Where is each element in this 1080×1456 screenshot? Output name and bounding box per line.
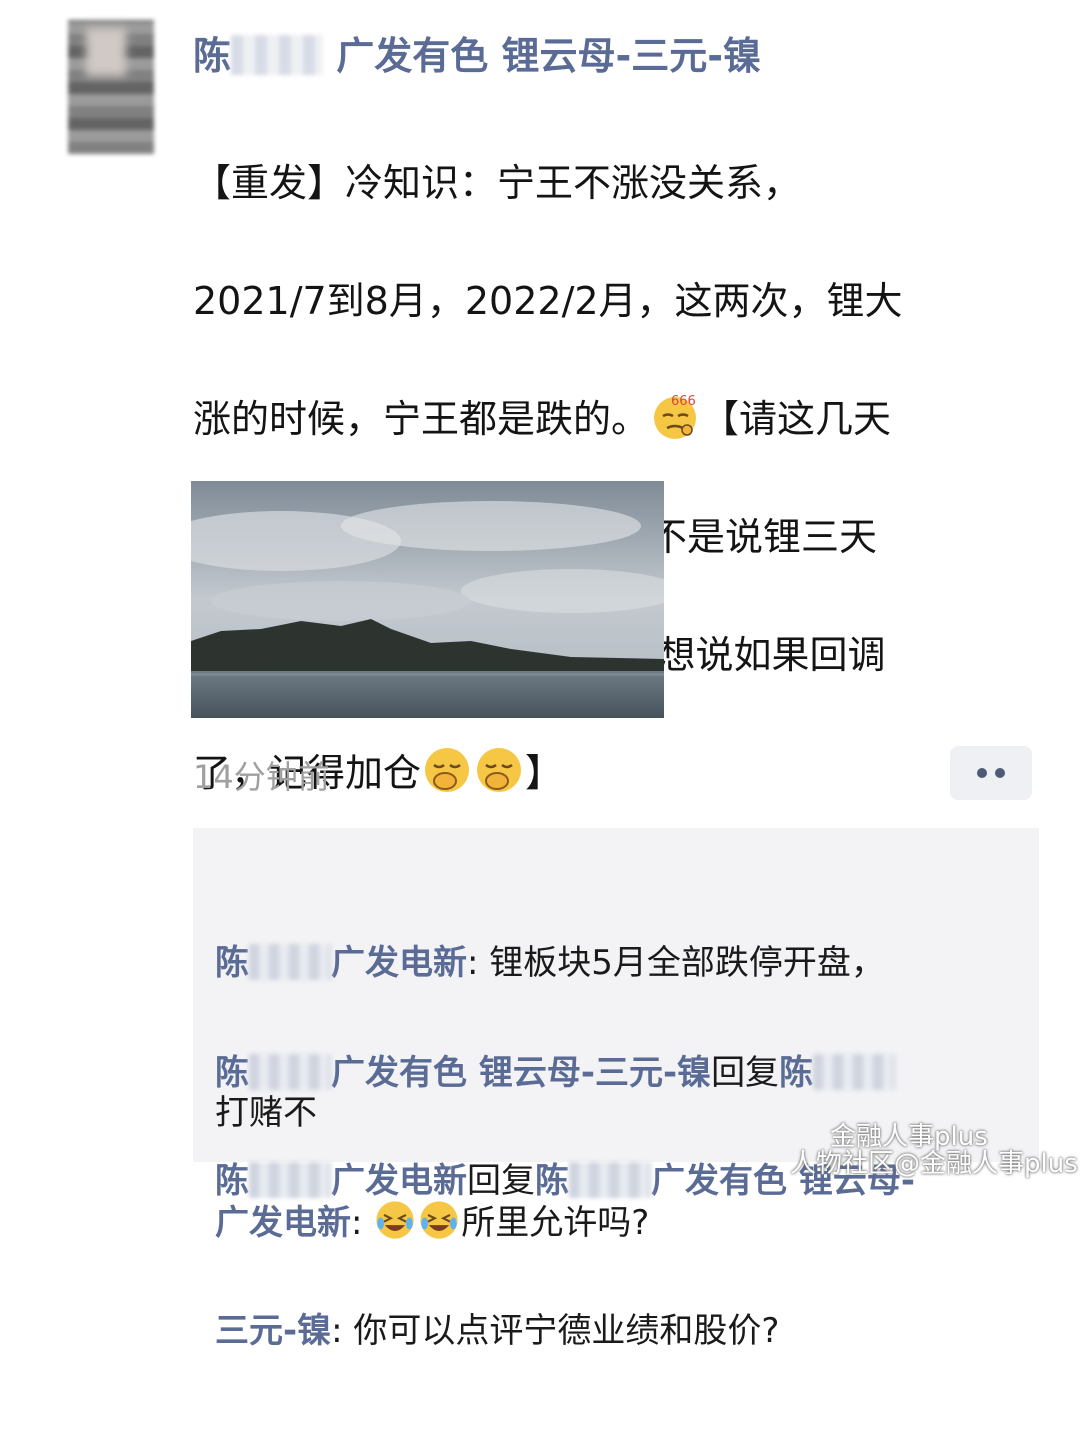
post-text-line: 【重发】冷知识：宁王不涨没关系， [193,161,802,205]
more-dots-icon [995,768,1005,778]
post-author[interactable]: 陈 广发有色 锂云母-三元-镍 [193,28,761,84]
more-options-button[interactable] [950,746,1032,800]
reply-target[interactable]: 三元-镍 [215,1311,331,1351]
post-photo[interactable] [191,481,664,718]
svg-text:666: 666 [671,394,696,409]
emoji-smirk-icon [425,748,470,792]
more-dots-icon [977,768,987,778]
comment-text: : 你可以点评宁德业绩和股价? [331,1311,780,1351]
emoji-666-icon: 666 [654,394,697,439]
post-text: 【重发】冷知识：宁王不涨没关系， 2021/7到8月，2022/2月，这两次，锂… [193,95,1033,862]
redacted-name-blur [249,1162,331,1198]
post-text-line: 2021/7到8月，2022/2月，这两次，锂大 [193,279,903,323]
post-author-suffix: 广发有色 锂云母-三元-镍 [323,34,762,78]
post-author-prefix: 陈 [193,34,232,78]
emoji-smirk-icon [477,748,522,792]
comments-section: 陈广发电新: 锂板块5月全部跌停开盘， 打赌不 陈广发有色 锂云母-三元-镍回复… [193,828,1039,1351]
lake-mountain-image [191,481,664,718]
redacted-name-blur [569,1162,651,1198]
comment-author[interactable]: 陈广发电新 [215,1161,467,1201]
post-text-line: 涨的时候，宁王都是跌的。 666 【请这几天 [193,390,1033,449]
post-timestamp: 14分钟前 [193,758,330,796]
reply-word: 回复 [467,1161,535,1201]
avatar[interactable] [68,20,154,154]
watermark: 人物社区@金融人事plus [790,1149,1078,1179]
redacted-name-blur [231,35,324,75]
